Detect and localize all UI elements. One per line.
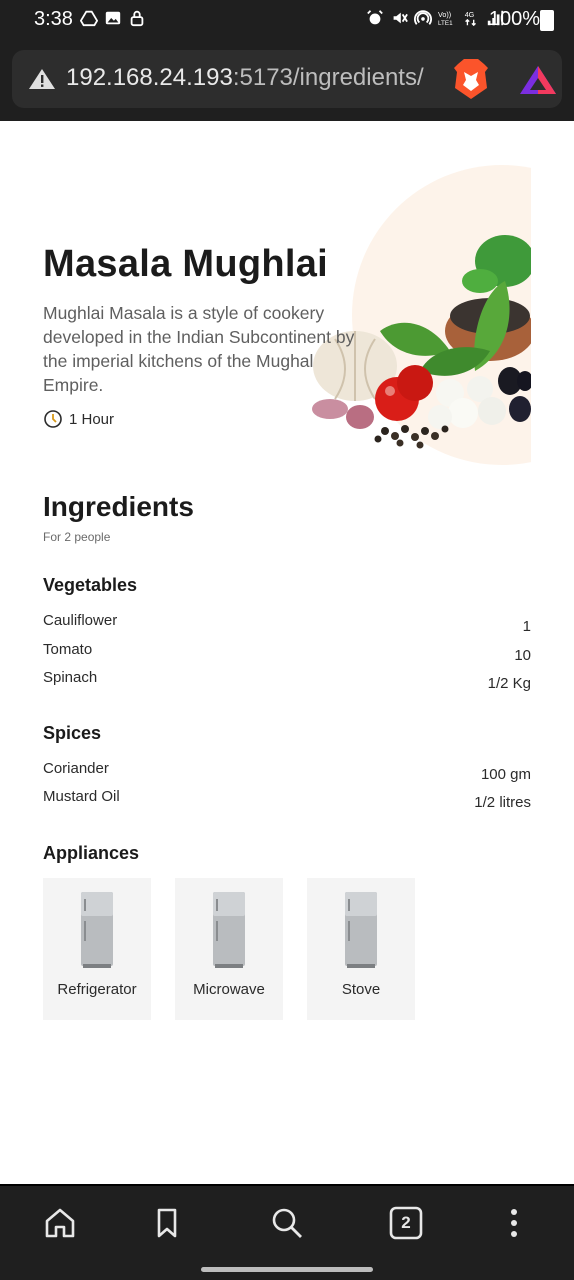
bookmark-icon[interactable] [150, 1206, 184, 1240]
status-time: 3:38 [34, 8, 73, 30]
ingredient-name: Coriander [43, 760, 109, 777]
brave-lion-icon[interactable] [452, 58, 490, 100]
volte-icon: Vo))LTE1 [438, 10, 453, 27]
appliance-card-stove[interactable]: Stove [307, 878, 415, 1020]
microwave-icon [213, 892, 245, 968]
appliance-card-refrigerator[interactable]: Refrigerator [43, 878, 151, 1020]
status-bar: 3:38 Vo)) LTE1 4G 100% [0, 0, 574, 40]
warning-icon[interactable] [28, 67, 56, 91]
gesture-handle[interactable] [201, 1267, 373, 1272]
appliance-list: Refrigerator Microwave Stove [43, 878, 415, 1020]
clock-icon [44, 410, 62, 428]
ingredient-qty: 1/2 Kg [487, 675, 531, 692]
status-left-icons [80, 9, 146, 27]
appliance-label: Microwave [193, 981, 265, 998]
appliance-label: Refrigerator [57, 981, 137, 998]
url-text[interactable]: 192.168.24.193:5173/ingredients/ [66, 64, 438, 92]
status-right-icons: Vo)) LTE1 4G [366, 9, 504, 27]
browser-bottom-bar: 2 [0, 1184, 574, 1260]
lock-icon [130, 10, 144, 27]
ingredient-name: Mustard Oil [43, 788, 120, 805]
svg-text:4G: 4G [465, 10, 475, 19]
ingredient-row: Mustard Oil 1/2 litres [43, 788, 531, 811]
appliance-card-microwave[interactable]: Microwave [175, 878, 283, 1020]
ingredient-row: Cauliflower 1 [43, 612, 531, 635]
stove-icon [345, 892, 377, 968]
recipe-description: Mughlai Masala is a style of cookery dev… [43, 303, 355, 395]
section-title-vegetables: Vegetables [43, 575, 138, 595]
url-path: :5173/ingredients/ [232, 64, 424, 91]
alarm-icon [367, 10, 383, 25]
battery-icon [540, 10, 554, 31]
refrigerator-icon [81, 892, 113, 968]
cook-time-label: 1 Hour [69, 410, 115, 428]
vibrate-mute-icon [393, 12, 408, 24]
appliances-heading: Appliances [43, 843, 140, 863]
svg-text:Vo)): Vo)) [438, 10, 451, 19]
ingredient-qty: 100 gm [480, 766, 531, 783]
address-bar[interactable]: 192.168.24.193:5173/ingredients/ [12, 50, 562, 108]
recipe-title: Masala Mughlai [43, 243, 329, 285]
hotspot-icon [414, 10, 432, 25]
image-icon [105, 11, 121, 25]
url-host: 192.168.24.193 [66, 64, 233, 91]
appliance-label: Stove [341, 981, 381, 998]
ingredient-row: Spinach 1/2 Kg [43, 669, 531, 692]
servings-label: For 2 people [43, 530, 111, 544]
page-content: Masala Mughlai Mughlai Masala is a style… [0, 121, 574, 1184]
svg-text:LTE1: LTE1 [438, 20, 453, 27]
ingredient-row: Tomato 10 [43, 641, 531, 664]
gesture-bar [0, 1258, 574, 1280]
ingredient-name: Spinach [43, 669, 98, 686]
4g-icon: 4G [465, 10, 476, 27]
ingredient-qty: 10 [514, 647, 531, 664]
home-icon[interactable] [43, 1206, 77, 1240]
tab-count: 2 [401, 1213, 411, 1232]
ingredient-row: Coriander 100 gm [43, 760, 531, 783]
ingredient-qty: 1/2 litres [474, 794, 531, 811]
ingredient-name: Cauliflower [43, 612, 118, 629]
drive-icon [80, 10, 98, 27]
section-title-spices: Spices [43, 723, 102, 743]
ingredient-qty: 1 [522, 618, 531, 635]
more-icon[interactable] [497, 1206, 531, 1240]
cook-time: 1 Hour [43, 409, 114, 429]
search-icon[interactable] [270, 1206, 304, 1240]
ingredients-heading: Ingredients [43, 491, 194, 522]
tabs-button[interactable]: 2 [389, 1206, 423, 1240]
brave-rewards-icon[interactable] [518, 64, 558, 96]
ingredient-name: Tomato [43, 641, 93, 658]
battery-percentage: 100% [488, 8, 540, 30]
browser-toolbar: 192.168.24.193:5173/ingredients/ [0, 40, 574, 121]
